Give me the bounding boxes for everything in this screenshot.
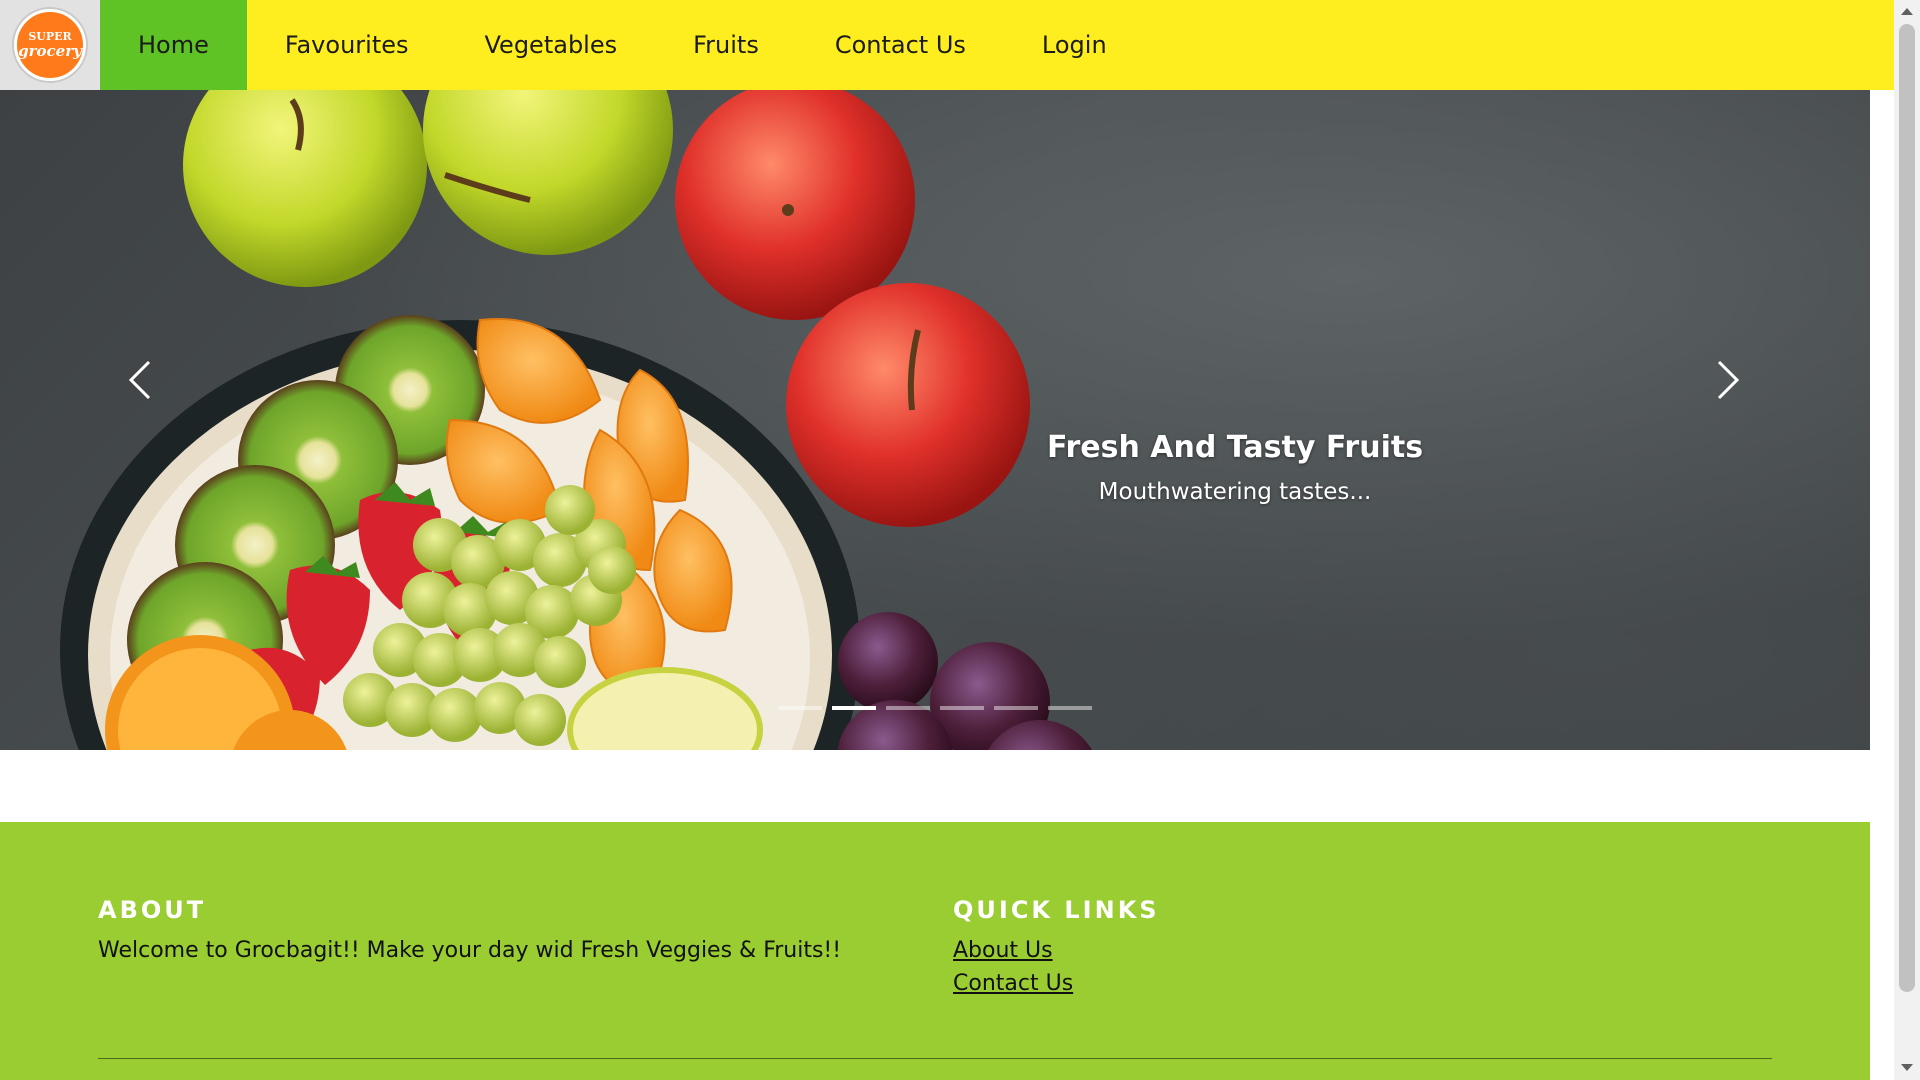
hero-carousel: Fresh And Tasty Fruits Mouthwatering tas… [0,90,1870,750]
footer-about-heading: ABOUT [98,896,207,924]
footer-links-heading: QUICK LINKS [953,896,1160,924]
carousel-next-button[interactable] [1688,340,1768,420]
carousel-indicator-5[interactable] [994,706,1038,710]
nav-item-home[interactable]: Home [100,0,247,90]
footer-divider [98,1058,1772,1059]
footer-link-contact-us[interactable]: Contact Us [953,971,1353,996]
navbar: SUPER grocery Home Favourites Vegetables… [0,0,1894,90]
navbar-fill [1145,0,1894,90]
page: SUPER grocery Home Favourites Vegetables… [0,0,1894,1080]
scroll-down-arrow-icon[interactable] [1901,1064,1913,1071]
caption-title: Fresh And Tasty Fruits [1046,430,1424,465]
nav-item-login[interactable]: Login [1004,0,1145,90]
nav-item-favourites[interactable]: Favourites [247,0,447,90]
chevron-right-icon [1717,360,1740,400]
brand[interactable]: SUPER grocery [0,0,100,90]
carousel-indicator-6[interactable] [1048,706,1092,710]
footer-about-text: Welcome to Grocbagit!! Make your day wid… [98,938,842,963]
caption-subtitle: Mouthwatering tastes... [1098,479,1372,505]
scroll-up-arrow-icon[interactable] [1901,8,1913,15]
carousel-indicators [778,706,1092,710]
fruit-platter-image [60,90,1092,750]
carousel-caption: Fresh And Tasty Fruits Mouthwatering tas… [1000,430,1470,505]
scroll-thumb[interactable] [1899,24,1915,992]
chevron-left-icon [128,360,151,400]
carousel-indicator-3[interactable] [886,706,930,710]
carousel-indicator-4[interactable] [940,706,984,710]
nav-item-fruits[interactable]: Fruits [655,0,797,90]
footer-quick-links: QUICK LINKS About Us Contact Us [953,896,1353,1004]
nav-item-contact-us[interactable]: Contact Us [797,0,1004,90]
nav-links: Home Favourites Vegetables Fruits Contac… [100,0,1145,90]
grocery-logo-icon: SUPER grocery [14,9,86,81]
logo-text-top: SUPER [28,30,72,43]
footer-about: ABOUT Welcome to Grocbagit!! Make your d… [98,896,858,963]
carousel-prev-button[interactable] [100,340,180,420]
carousel-indicator-2[interactable] [832,706,876,710]
nav-item-vegetables[interactable]: Vegetables [447,0,656,90]
footer-link-about-us[interactable]: About Us [953,938,1353,963]
footer: ABOUT Welcome to Grocbagit!! Make your d… [0,822,1870,1080]
logo-text-bottom: grocery [18,42,82,60]
page-scrollbar[interactable] [1894,0,1920,1080]
carousel-indicator-1[interactable] [778,706,822,710]
